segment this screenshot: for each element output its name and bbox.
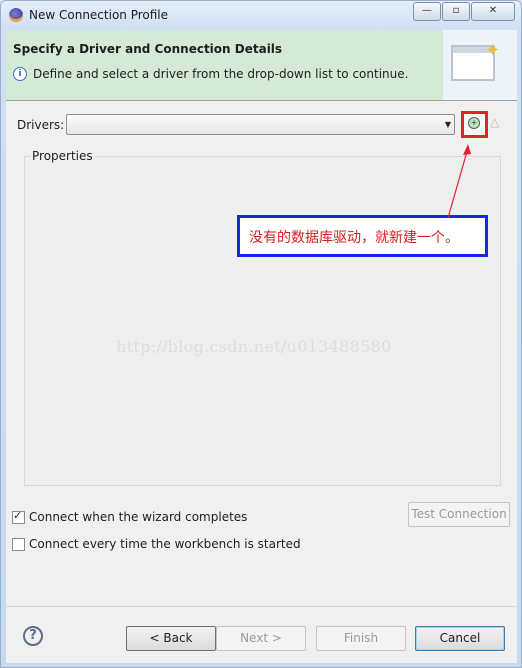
drivers-label: Drivers: <box>17 118 65 132</box>
annotation-text: 没有的数据库驱动，就新建一个。 <box>249 230 459 246</box>
eclipse-app-icon <box>9 8 23 22</box>
close-button[interactable]: ✕ <box>471 2 515 21</box>
finish-button[interactable]: Finish <box>316 626 406 651</box>
connect-when-completes-checkbox[interactable] <box>12 509 25 524</box>
new-driver-button[interactable]: + <box>461 111 488 138</box>
connect-every-time-checkbox[interactable] <box>12 537 25 551</box>
watermark-text: http://blog.csdn.net/u013488580 <box>116 337 392 356</box>
info-icon: i <box>13 67 27 81</box>
new-connection-profile-window: New Connection Profile — ▫ ✕ Specify a D… <box>0 0 522 668</box>
connect-every-time-option[interactable]: Connect every time the workbench is star… <box>12 537 301 551</box>
annotation-callout: 没有的数据库驱动，就新建一个。 <box>237 215 488 257</box>
edit-driver-icon[interactable]: △ <box>490 115 499 129</box>
wizard-banner-image: ✦ <box>443 30 517 100</box>
help-icon[interactable]: ? <box>23 626 43 646</box>
sparkle-icon: ✦ <box>485 40 501 61</box>
new-driver-icon: + <box>468 117 480 129</box>
wizard-page-message: Define and select a driver from the drop… <box>33 67 409 81</box>
connect-when-completes-option[interactable]: Connect when the wizard completes <box>12 509 247 524</box>
properties-group <box>24 156 501 486</box>
next-button[interactable]: Next > <box>216 626 306 651</box>
maximize-button[interactable]: ▫ <box>442 2 470 21</box>
cancel-button[interactable]: Cancel <box>415 626 505 651</box>
connect-every-time-label[interactable]: Connect every time the workbench is star… <box>29 537 301 551</box>
dropdown-arrow-icon[interactable]: ▼ <box>445 115 451 134</box>
back-button[interactable]: < Back <box>126 626 216 651</box>
minimize-button[interactable]: — <box>413 2 441 21</box>
wizard-page-title: Specify a Driver and Connection Details <box>13 42 283 56</box>
drivers-dropdown[interactable]: ▼ <box>66 114 455 135</box>
footer-separator <box>6 606 517 607</box>
dialog-client-area: Specify a Driver and Connection Details … <box>6 30 517 663</box>
connect-when-completes-label[interactable]: Connect when the wizard completes <box>29 510 247 524</box>
window-controls: — ▫ ✕ <box>412 2 515 21</box>
properties-label: Properties <box>30 149 95 163</box>
window-title: New Connection Profile <box>29 8 169 22</box>
test-connection-button[interactable]: Test Connection <box>408 502 510 527</box>
title-bar: New Connection Profile — ▫ ✕ <box>1 1 521 29</box>
wizard-header: Specify a Driver and Connection Details … <box>6 30 517 101</box>
